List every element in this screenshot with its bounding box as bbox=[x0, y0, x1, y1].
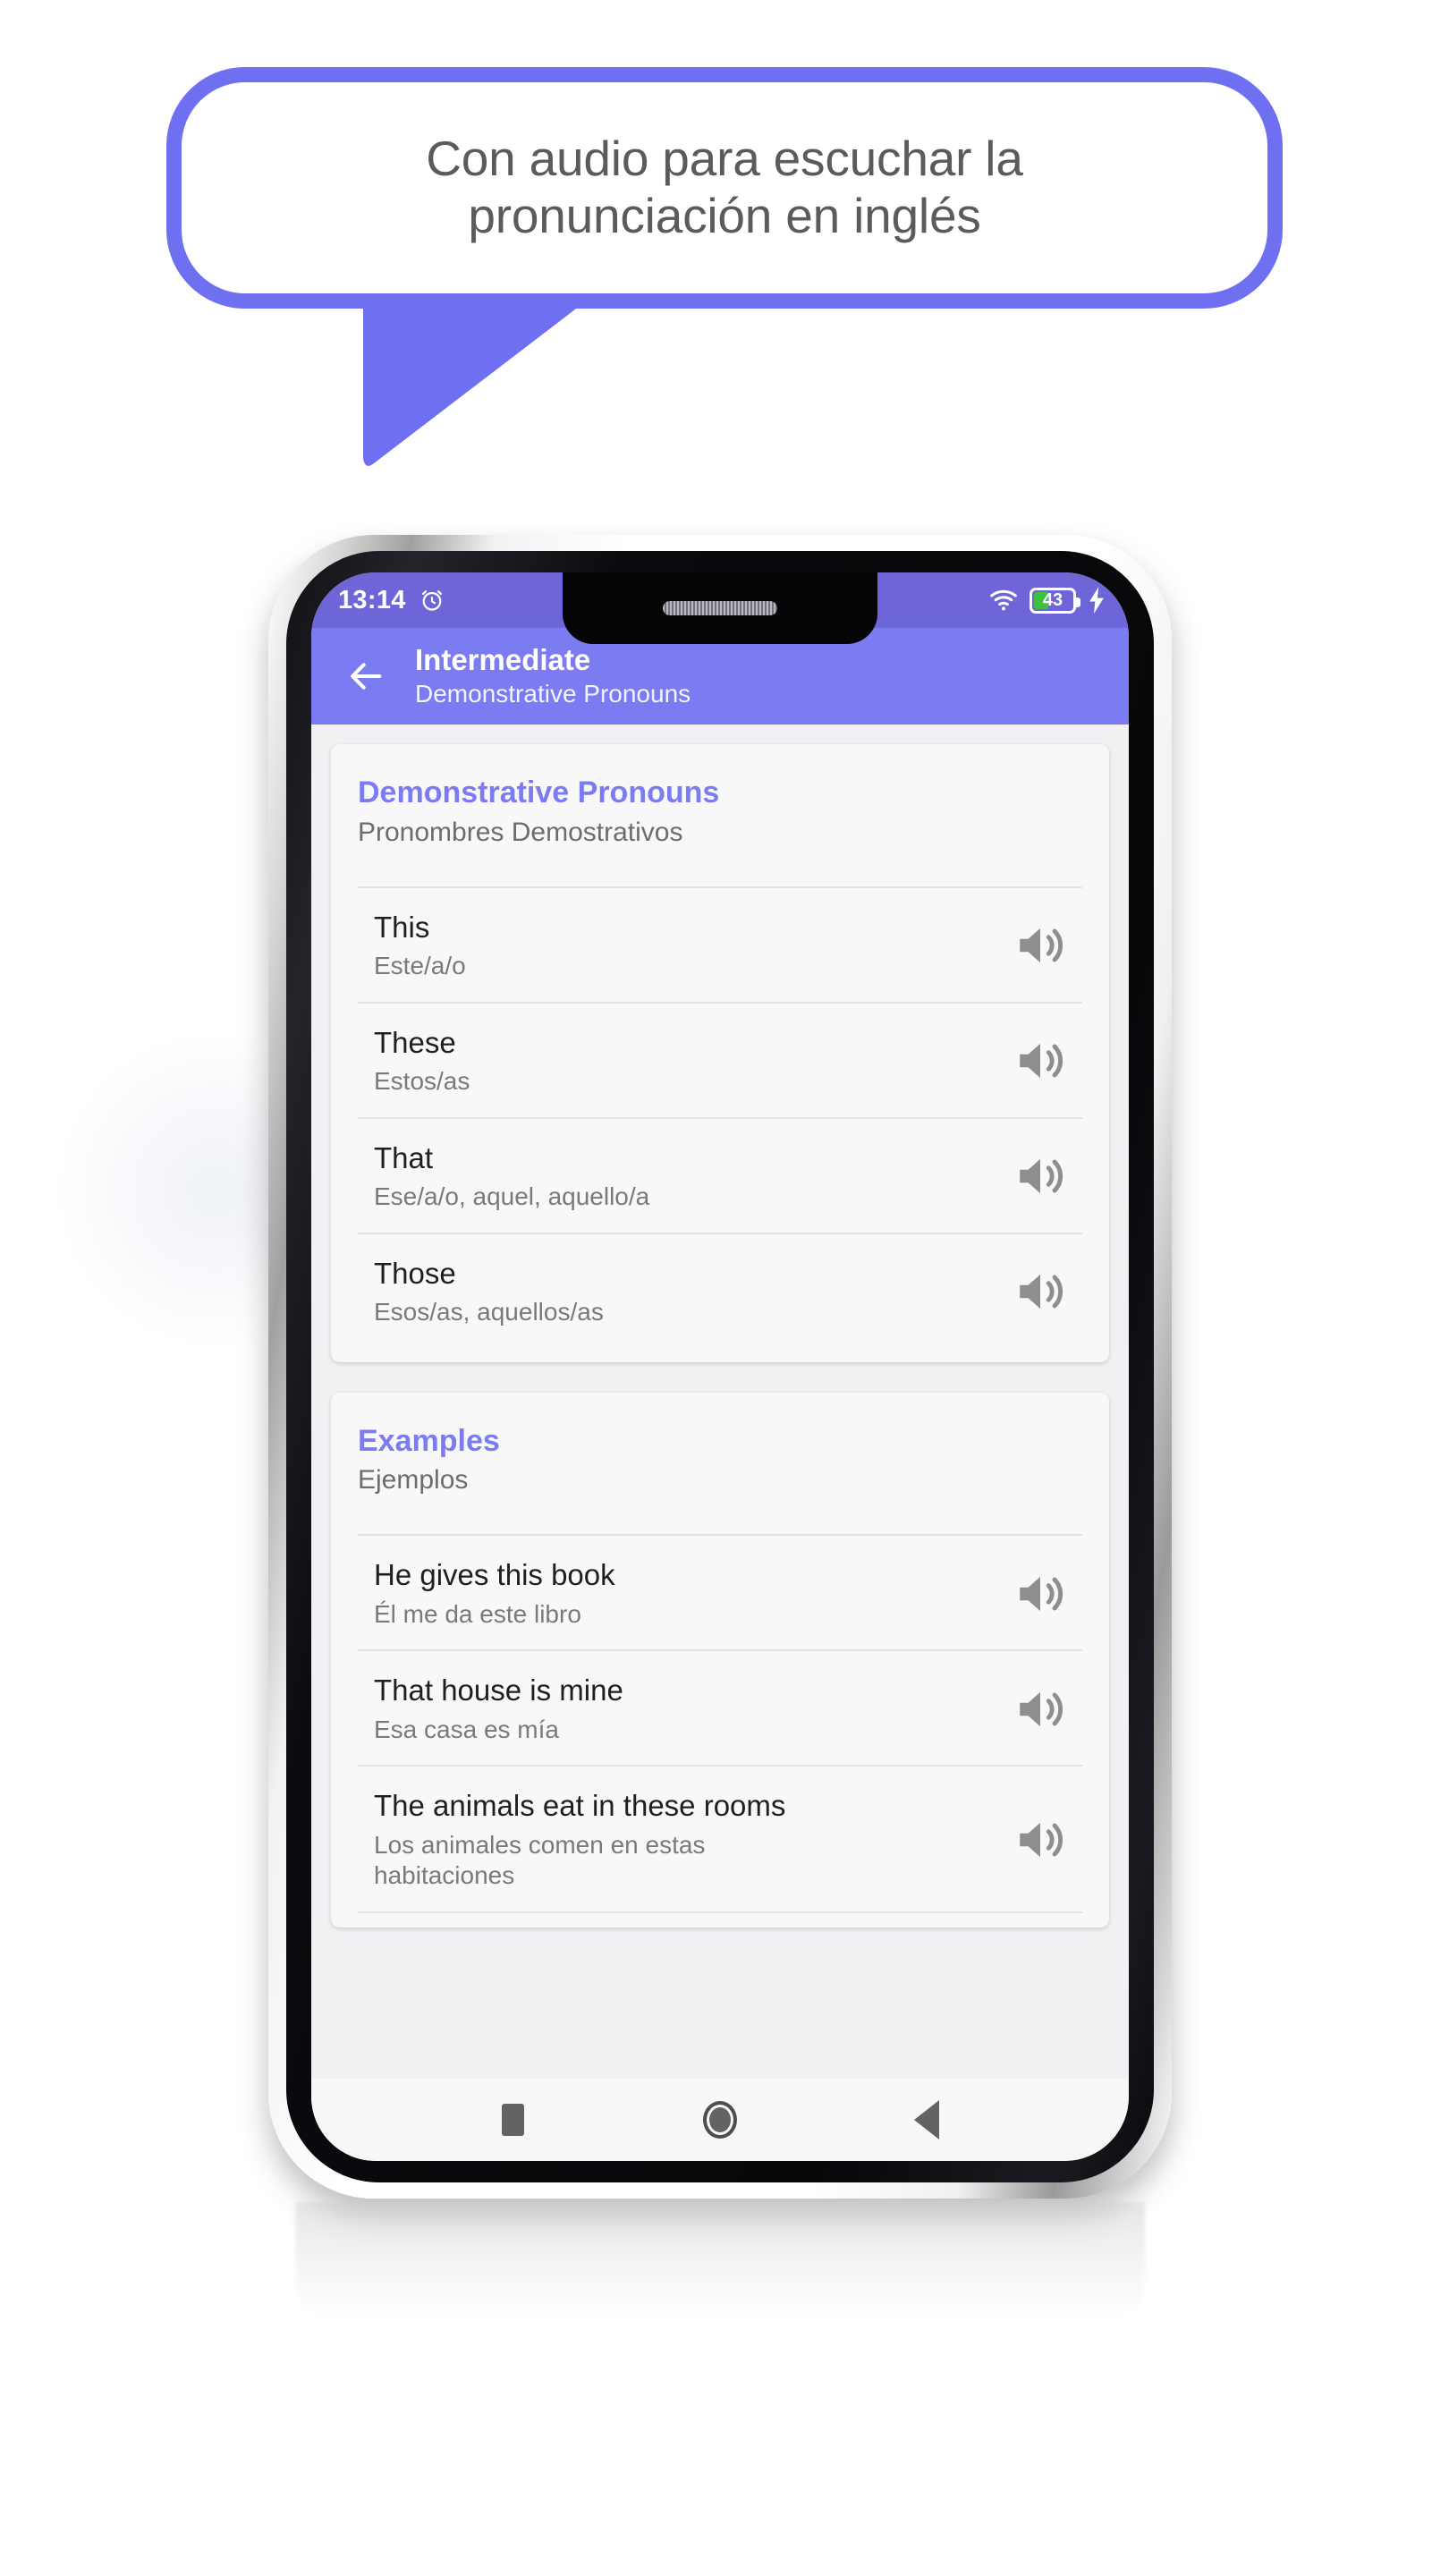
card-examples: Examples Ejemplos He gives this book Él … bbox=[331, 1392, 1109, 1928]
page-title: Intermediate bbox=[415, 643, 591, 677]
card-subtitle: Pronombres Demostrativos bbox=[358, 817, 683, 847]
phone-screen: 13:14 43 Intermediate Demonstrative Pron… bbox=[311, 572, 1129, 2161]
back-button[interactable] bbox=[333, 643, 399, 709]
status-bar-right: 43 bbox=[989, 587, 1106, 614]
row-spanish: Este/a/o bbox=[374, 952, 466, 980]
volume-up-icon bbox=[1020, 1691, 1063, 1727]
lightning-bolt-icon bbox=[1089, 587, 1104, 614]
speech-bubble-tail-icon bbox=[363, 295, 587, 466]
play-audio-button[interactable] bbox=[1009, 1260, 1072, 1323]
volume-up-icon bbox=[1020, 928, 1063, 963]
arrow-left-icon bbox=[351, 663, 382, 690]
app-bar-titles: Intermediate Demonstrative Pronouns bbox=[415, 643, 691, 708]
row-texts: That Ese/a/o, aquel, aquello/a bbox=[374, 1140, 1009, 1213]
battery-icon: 43 bbox=[1030, 587, 1080, 614]
table-row[interactable]: The animals eat in these rooms Los anima… bbox=[358, 1765, 1082, 1911]
triangle-back-icon bbox=[914, 2100, 940, 2140]
row-english: The animals eat in these rooms bbox=[374, 1789, 786, 1823]
volume-up-icon bbox=[1020, 1159, 1063, 1194]
row-english: He gives this book bbox=[374, 1558, 615, 1592]
play-audio-button[interactable] bbox=[1009, 1809, 1072, 1871]
card-head-spacer bbox=[358, 849, 1082, 886]
play-audio-button[interactable] bbox=[1009, 1030, 1072, 1092]
status-time: 13:14 bbox=[338, 585, 406, 614]
card-head-spacer bbox=[358, 1496, 1082, 1534]
volume-up-icon bbox=[1020, 1044, 1063, 1079]
phone-reflection bbox=[295, 2202, 1145, 2336]
alarm-clock-icon bbox=[421, 590, 442, 611]
wifi-icon bbox=[990, 589, 1017, 611]
play-audio-button[interactable] bbox=[1009, 1145, 1072, 1208]
table-row[interactable]: That house is mine Esa casa es mía bbox=[358, 1649, 1082, 1765]
volume-up-icon bbox=[1020, 1823, 1063, 1858]
table-row-bottom-divider bbox=[358, 1911, 1082, 1914]
row-english: These bbox=[374, 1025, 456, 1059]
row-texts: Those Esos/as, aquellos/as bbox=[374, 1256, 1009, 1328]
row-spanish: Los animales comen en estas habitaciones bbox=[374, 1830, 706, 1890]
card-title: Examples bbox=[358, 1423, 500, 1458]
row-english: This bbox=[374, 910, 430, 944]
phone-mockup: 13:14 43 Intermediate Demonstrative Pron… bbox=[268, 535, 1172, 2199]
volume-up-icon bbox=[1020, 1576, 1063, 1612]
square-recents-icon bbox=[502, 2104, 525, 2136]
row-english: Those bbox=[374, 1256, 456, 1290]
row-spanish: Esos/as, aquellos/as bbox=[374, 1297, 604, 1326]
table-row[interactable]: Those Esos/as, aquellos/as bbox=[358, 1232, 1082, 1348]
android-nav-bar bbox=[311, 2079, 1129, 2161]
promo-text: Con audio para escuchar la pronunciación… bbox=[426, 131, 1023, 243]
row-texts: He gives this book Él me da este libro bbox=[374, 1557, 1009, 1630]
home-button[interactable] bbox=[691, 2091, 749, 2148]
play-audio-button[interactable] bbox=[1009, 1678, 1072, 1741]
circle-home-icon bbox=[702, 2101, 737, 2139]
row-texts: That house is mine Esa casa es mía bbox=[374, 1673, 1009, 1745]
lesson-content[interactable]: Demonstrative Pronouns Pronombres Demost… bbox=[311, 724, 1129, 2079]
table-row[interactable]: That Ese/a/o, aquel, aquello/a bbox=[358, 1116, 1082, 1233]
row-texts: The animals eat in these rooms Los anima… bbox=[374, 1788, 1009, 1892]
row-english: That house is mine bbox=[374, 1674, 623, 1707]
card-subtitle: Ejemplos bbox=[358, 1465, 469, 1496]
row-spanish: Ese/a/o, aquel, aquello/a bbox=[374, 1182, 650, 1210]
battery-level: 43 bbox=[1042, 590, 1063, 610]
card-title: Demonstrative Pronouns bbox=[358, 775, 720, 809]
row-english: That bbox=[374, 1140, 434, 1174]
row-texts: This Este/a/o bbox=[374, 910, 1009, 982]
promo-speech-bubble: Con audio para escuchar la pronunciación… bbox=[166, 67, 1283, 466]
status-bar-left: 13:14 bbox=[338, 586, 445, 615]
speech-bubble-body: Con audio para escuchar la pronunciación… bbox=[166, 67, 1283, 309]
table-row[interactable]: This Este/a/o bbox=[358, 886, 1082, 1002]
screenshot-stage: Con audio para escuchar la pronunciación… bbox=[0, 0, 1449, 2576]
recents-button[interactable] bbox=[485, 2091, 542, 2148]
card-demonstrative-pronouns: Demonstrative Pronouns Pronombres Demost… bbox=[331, 744, 1109, 1362]
table-row[interactable]: These Estos/as bbox=[358, 1001, 1082, 1117]
earpiece-speaker-grille-icon bbox=[663, 601, 777, 615]
play-audio-button[interactable] bbox=[1009, 914, 1072, 977]
row-spanish: Estos/as bbox=[374, 1067, 470, 1096]
phone-notch bbox=[563, 572, 877, 644]
play-audio-button[interactable] bbox=[1009, 1563, 1072, 1625]
nav-back-button[interactable] bbox=[898, 2091, 955, 2148]
row-texts: These Estos/as bbox=[374, 1025, 1009, 1097]
row-spanish: Él me da este libro bbox=[374, 1599, 581, 1628]
row-spanish: Esa casa es mía bbox=[374, 1715, 559, 1743]
table-row[interactable]: He gives this book Él me da este libro bbox=[358, 1534, 1082, 1649]
volume-up-icon bbox=[1020, 1275, 1063, 1309]
page-subtitle: Demonstrative Pronouns bbox=[415, 680, 691, 708]
